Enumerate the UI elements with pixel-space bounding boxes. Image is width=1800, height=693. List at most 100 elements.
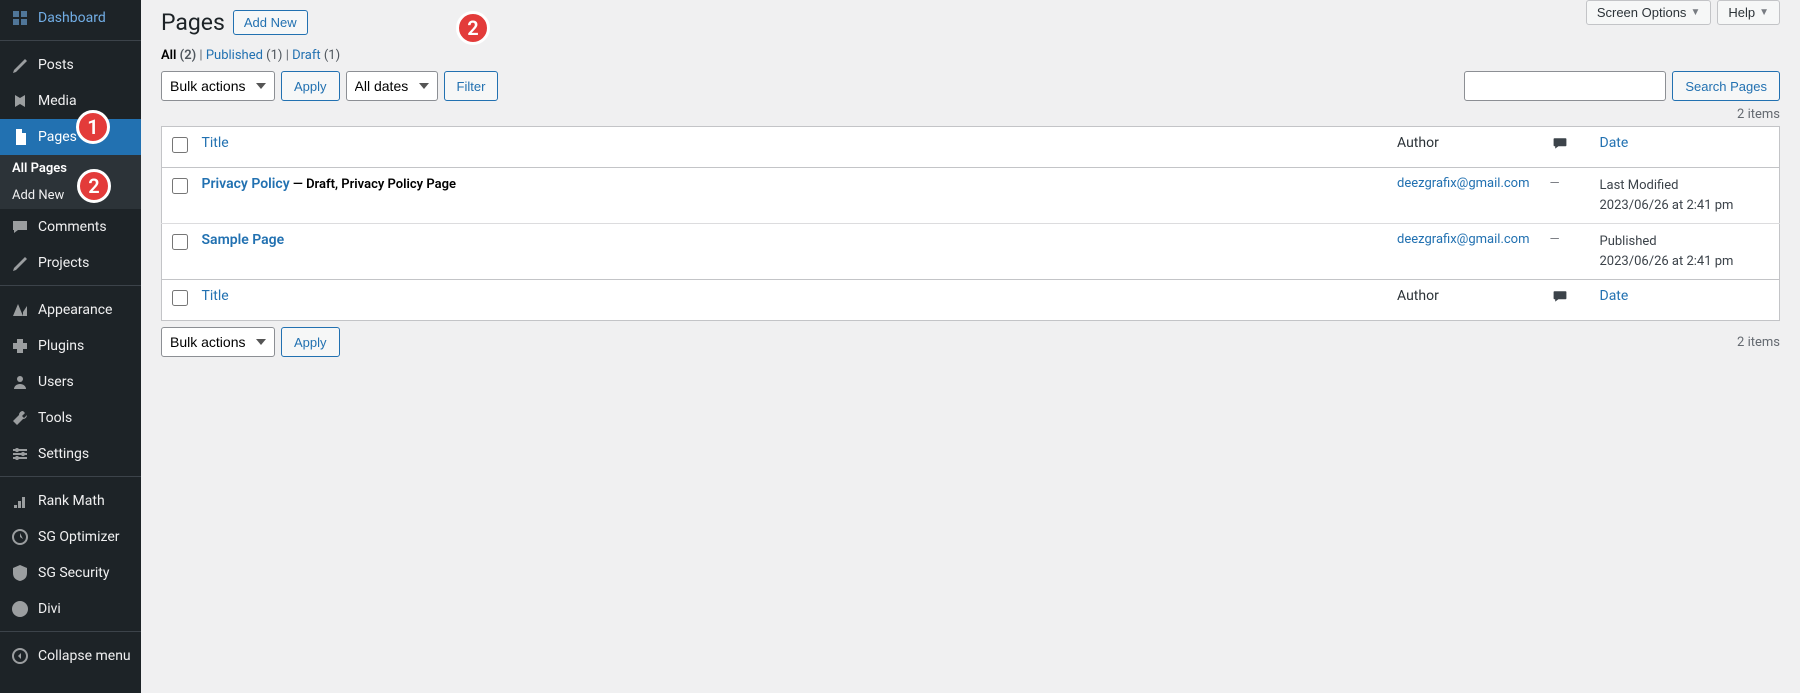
comments-icon: [10, 217, 30, 237]
sidebar-item-settings[interactable]: Settings: [0, 436, 141, 472]
sidebar-item-rankmath[interactable]: Rank Math: [0, 483, 141, 519]
annotation-badge-3: 2: [456, 11, 490, 45]
date-filter-select[interactable]: All dates: [346, 71, 438, 101]
sidebar-label: Posts: [38, 57, 74, 73]
comments-dash: —: [1550, 176, 1560, 191]
menu-separator: [0, 36, 141, 41]
author-link[interactable]: deezgrafix@gmail.com: [1397, 232, 1529, 247]
sidebar-label: Settings: [38, 446, 89, 462]
tablenav-bottom: Bulk actions Apply 2 items: [161, 327, 1780, 357]
apply-button-bottom[interactable]: Apply: [281, 327, 340, 357]
author-link[interactable]: deezgrafix@gmail.com: [1397, 176, 1529, 191]
search-button[interactable]: Search Pages: [1672, 71, 1780, 101]
column-author-footer: Author: [1387, 280, 1539, 321]
column-title-header[interactable]: Title: [192, 127, 1388, 168]
sidebar-label: SG Security: [38, 565, 109, 581]
sidebar-label: Dashboard: [38, 10, 106, 26]
settings-icon: [10, 444, 30, 464]
sidebar-item-plugins[interactable]: Plugins: [0, 328, 141, 364]
sidebar-item-comments[interactable]: Comments: [0, 209, 141, 245]
add-new-button[interactable]: Add New: [233, 10, 308, 35]
sidebar-item-sgoptimizer[interactable]: SG Optimizer: [0, 519, 141, 555]
filter-draft-label: Draft: [292, 48, 321, 63]
menu-separator: [0, 472, 141, 477]
column-date-header[interactable]: Date: [1590, 127, 1780, 168]
rankmath-icon: [10, 491, 30, 511]
status-filters: All (2) | Published (1) | Draft (1): [161, 48, 1780, 63]
sidebar-label: Users: [38, 374, 74, 390]
filter-all[interactable]: All (2): [161, 48, 196, 63]
comments-dash: —: [1550, 232, 1560, 247]
filter-all-count: (2): [180, 48, 197, 63]
admin-sidebar: Dashboard Posts Media Pages All Pages Ad…: [0, 0, 141, 693]
sgsecurity-icon: [10, 563, 30, 583]
select-all-footer: [162, 280, 192, 321]
filter-button[interactable]: Filter: [444, 71, 499, 101]
column-date-link[interactable]: Date: [1600, 288, 1629, 304]
filter-draft-count: (1): [324, 48, 340, 63]
apply-button[interactable]: Apply: [281, 71, 340, 101]
submenu-all-pages[interactable]: All Pages: [0, 155, 141, 182]
column-date-link[interactable]: Date: [1600, 135, 1629, 151]
column-title-link[interactable]: Title: [202, 135, 229, 151]
menu-separator: [0, 281, 141, 286]
row-checkbox[interactable]: [172, 178, 188, 194]
posts-icon: [10, 55, 30, 75]
menu-separator: [0, 627, 141, 632]
tools-icon: [10, 408, 30, 428]
select-all-checkbox[interactable]: [172, 137, 188, 153]
sidebar-item-tools[interactable]: Tools: [0, 400, 141, 436]
date-cell: Last Modified2023/06/26 at 2:41 pm: [1590, 168, 1780, 224]
row-checkbox[interactable]: [172, 234, 188, 250]
column-comments-footer[interactable]: [1540, 280, 1590, 321]
bulk-actions-select[interactable]: Bulk actions: [161, 71, 275, 101]
items-count-bottom: 2 items: [1737, 335, 1780, 350]
date-status: Last Modified: [1600, 178, 1679, 193]
column-date-footer[interactable]: Date: [1590, 280, 1780, 321]
sidebar-item-pages[interactable]: Pages: [0, 119, 141, 155]
dashboard-icon: [10, 8, 30, 28]
sidebar-item-sgsecurity[interactable]: SG Security: [0, 555, 141, 591]
table-row: Sample Page deezgrafix@gmail.com — Publi…: [162, 224, 1780, 280]
table-row: Privacy Policy — Draft, Privacy Policy P…: [162, 168, 1780, 224]
post-state: — Draft, Privacy Policy Page: [290, 177, 456, 192]
search-input[interactable]: [1464, 71, 1666, 101]
appearance-icon: [10, 300, 30, 320]
sidebar-item-users[interactable]: Users: [0, 364, 141, 400]
filter-draft[interactable]: Draft: [292, 48, 321, 63]
page-title: Pages: [161, 9, 225, 36]
sidebar-item-media[interactable]: Media: [0, 83, 141, 119]
items-count-top: 2 items: [161, 107, 1780, 122]
page-header: Pages Add New 2: [161, 0, 1780, 36]
media-icon: [10, 91, 30, 111]
sidebar-item-appearance[interactable]: Appearance: [0, 292, 141, 328]
column-title-link[interactable]: Title: [202, 288, 229, 304]
comment-bubble-icon: [1550, 288, 1570, 304]
annotation-badge-2: 2: [77, 169, 111, 203]
select-all-checkbox-footer[interactable]: [172, 290, 188, 306]
row-title-link[interactable]: Sample Page: [202, 232, 285, 248]
pages-table: Title Author Date Privacy Policy — Draft…: [161, 126, 1780, 321]
sidebar-label: Appearance: [38, 302, 112, 318]
sidebar-item-projects[interactable]: Projects: [0, 245, 141, 281]
filter-published[interactable]: Published: [206, 48, 263, 63]
items-count-label: 2 items: [1737, 107, 1780, 122]
bulk-actions-select-bottom[interactable]: Bulk actions: [161, 327, 275, 357]
submenu-add-new[interactable]: Add New: [0, 182, 141, 209]
sidebar-item-divi[interactable]: Divi: [0, 591, 141, 627]
column-comments-header[interactable]: [1540, 127, 1590, 168]
column-title-footer[interactable]: Title: [192, 280, 1388, 321]
comment-bubble-icon: [1550, 135, 1570, 151]
main-content: Screen Options▼ Help▼ Pages Add New 2 Al…: [141, 0, 1800, 693]
users-icon: [10, 372, 30, 392]
sidebar-item-dashboard[interactable]: Dashboard: [0, 0, 141, 36]
sidebar-item-collapse[interactable]: Collapse menu: [0, 638, 141, 674]
row-title-link[interactable]: Privacy Policy: [202, 176, 290, 192]
sidebar-label: SG Optimizer: [38, 529, 119, 545]
divi-icon: [10, 599, 30, 619]
filter-all-label: All: [161, 48, 176, 63]
sidebar-item-posts[interactable]: Posts: [0, 47, 141, 83]
date-status: Published: [1600, 234, 1657, 249]
sidebar-label: Plugins: [38, 338, 84, 354]
annotation-badge-1: 1: [76, 110, 110, 144]
